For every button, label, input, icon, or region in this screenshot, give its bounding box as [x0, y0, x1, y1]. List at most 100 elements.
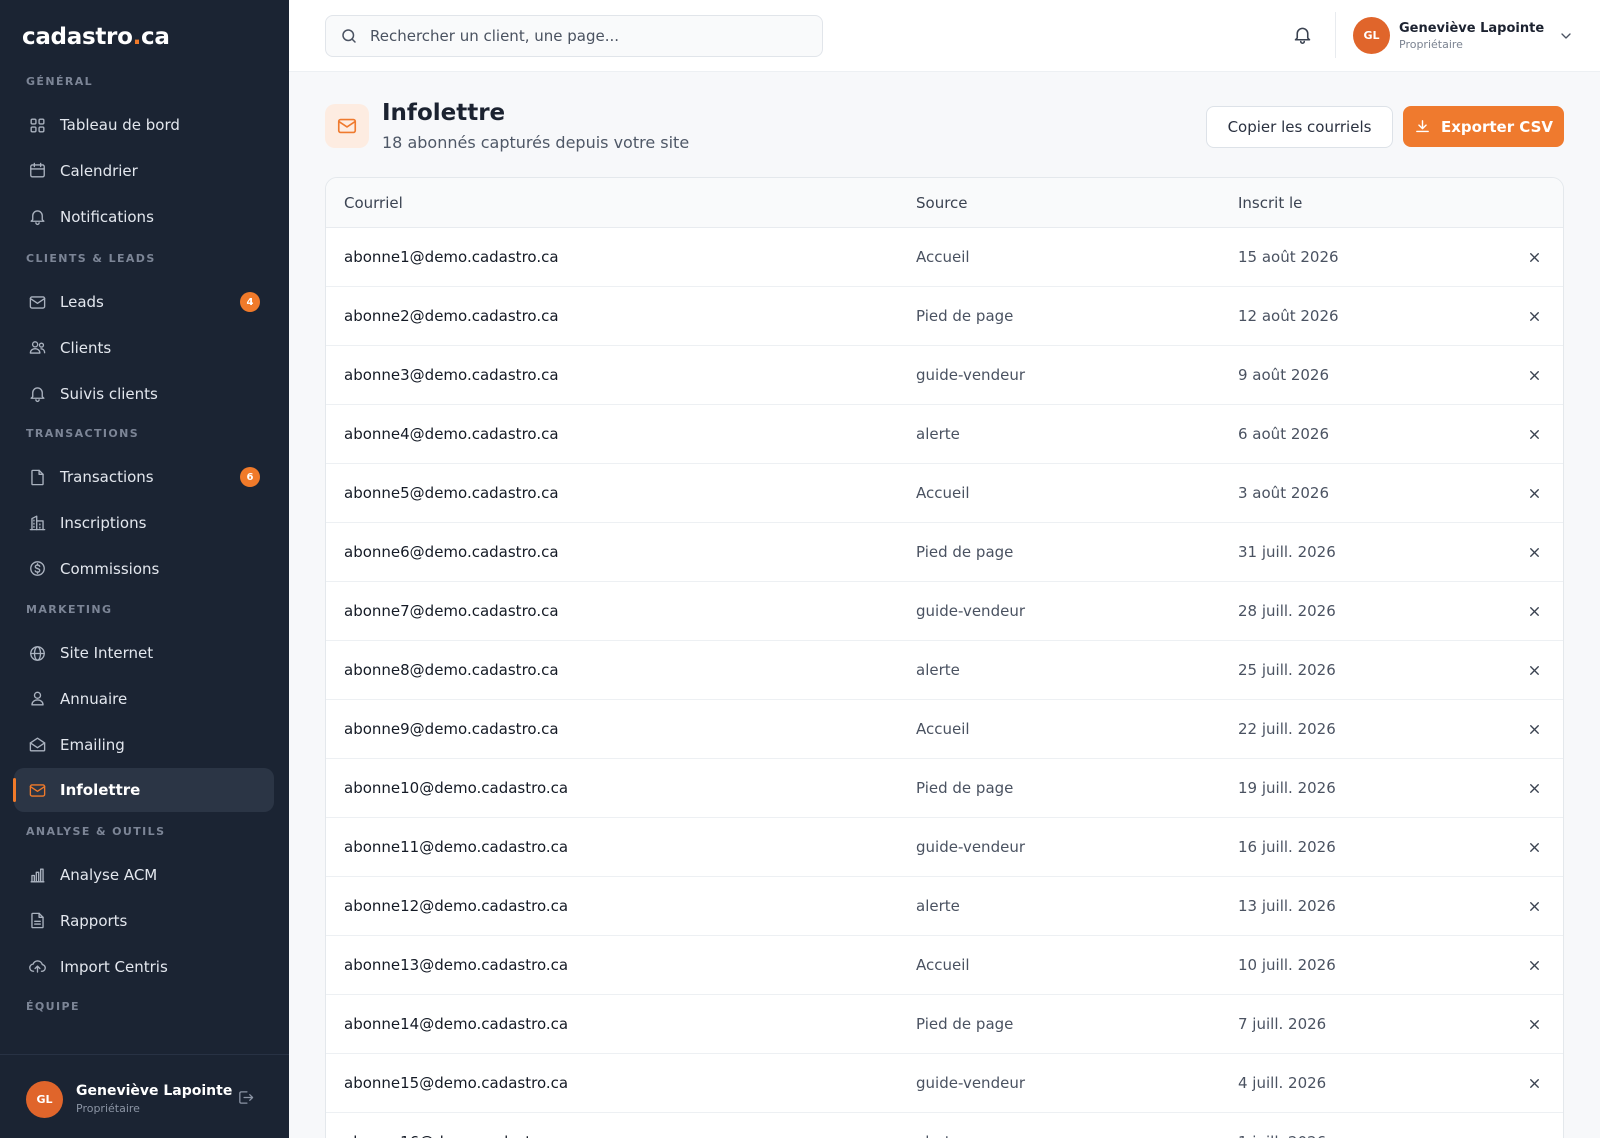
- subscriber-source: alerte: [916, 425, 960, 443]
- sidebar-item-transactions[interactable]: Transactions 6: [14, 455, 274, 499]
- sidebar-item-calendrier[interactable]: Calendrier: [14, 149, 274, 193]
- subscriber-email: abonne5@demo.cadastro.ca: [344, 484, 559, 502]
- sidebar-item-emailing[interactable]: Emailing: [14, 723, 274, 767]
- sidebar-item-label: Import Centris: [60, 957, 168, 976]
- sidebar-item-import-centris[interactable]: Import Centris: [14, 945, 274, 989]
- sidebar-item-label: Site Internet: [60, 644, 154, 662]
- table-row: abonne10@demo.cadastro.ca Pied de page 19 …: [326, 759, 1563, 818]
- close-icon[interactable]: [1525, 1074, 1543, 1092]
- sidebar-item-inscriptions[interactable]: Inscriptions: [14, 501, 274, 545]
- globe-icon: [27, 643, 47, 663]
- close-icon[interactable]: [1525, 543, 1543, 561]
- close-icon[interactable]: [1525, 307, 1543, 325]
- sidebar-item-label: Rapports: [60, 911, 128, 930]
- table-row: abonne13@demo.cadastro.ca Accueil 10 juill…: [326, 936, 1563, 995]
- sidebar-item-leads[interactable]: Leads 4: [14, 280, 274, 324]
- copy-emails-button[interactable]: Copier les courriels: [1206, 106, 1393, 148]
- sidebar-item-annuaire[interactable]: Annuaire: [14, 677, 274, 721]
- subscriber-date: 3 août 2026: [1238, 484, 1330, 502]
- sidebar-item-label: Leads: [60, 293, 104, 311]
- table-row: abonne7@demo.cadastro.ca guide-vendeur 28 …: [326, 582, 1563, 641]
- sidebar-item-suivis-clients[interactable]: Suivis clients: [14, 372, 274, 416]
- subscriber-email: abonne9@demo.cadastro.ca: [344, 720, 559, 738]
- close-icon[interactable]: [1525, 366, 1543, 384]
- sidebar-item-label: Tableau de bord: [60, 116, 180, 134]
- sidebar-user[interactable]: GL Geneviève Lapointe Propriétaire: [26, 1079, 266, 1119]
- page-subtitle: 18 abonnés capturés depuis votre site: [382, 133, 690, 152]
- download-icon: [1414, 118, 1431, 135]
- table-row: abonne14@demo.cadastro.ca Pied de page 7 j…: [326, 995, 1563, 1054]
- notifications-bell-icon[interactable]: [1292, 24, 1313, 49]
- close-icon[interactable]: [1525, 1133, 1543, 1138]
- search-box[interactable]: [325, 15, 823, 57]
- close-icon[interactable]: [1525, 661, 1543, 679]
- close-icon[interactable]: [1525, 897, 1543, 915]
- sidebar-item-commissions[interactable]: Commissions: [14, 547, 274, 591]
- subscriber-date: 16 juill. 2026: [1238, 838, 1336, 856]
- table-row: abonne4@demo.cadastro.ca alerte 6 août 202…: [326, 405, 1563, 464]
- subscriber-date: 6 août 2026: [1238, 425, 1330, 443]
- report-icon: [27, 911, 47, 931]
- brand-logo[interactable]: cadastro.ca: [22, 24, 170, 50]
- subscriber-source: alerte: [916, 897, 960, 915]
- close-icon[interactable]: [1525, 1015, 1543, 1033]
- subscriber-source: Accueil: [916, 484, 970, 502]
- subscriber-date: 25 juill. 2026: [1238, 661, 1336, 679]
- subscriber-email: abonne11@demo.cadastro.ca: [344, 838, 569, 856]
- cloud-upload-icon: [27, 957, 47, 977]
- close-icon[interactable]: [1525, 248, 1543, 266]
- subscriber-email: abonne4@demo.cadastro.ca: [344, 425, 559, 443]
- subscriber-date: 22 juill. 2026: [1238, 720, 1336, 738]
- sidebar-item-clients[interactable]: Clients: [14, 326, 274, 370]
- sidebar-item-label: Notifications: [60, 207, 154, 226]
- subscriber-source: alerte: [916, 661, 960, 679]
- close-icon[interactable]: [1525, 484, 1543, 502]
- chevron-down-icon[interactable]: [1558, 28, 1574, 44]
- search-input[interactable]: [370, 27, 790, 45]
- subscriber-email: abonne1@demo.cadastro.ca: [344, 248, 559, 266]
- close-icon[interactable]: [1525, 838, 1543, 856]
- close-icon[interactable]: [1525, 425, 1543, 443]
- subscriber-email: abonne13@demo.cadastro.ca: [344, 956, 569, 974]
- sidebar: cadastro.ca GÉNÉRAL Tableau de bord Calend…: [0, 0, 289, 1138]
- subscriber-source: Accueil: [916, 720, 970, 738]
- subscriber-email: abonne7@demo.cadastro.ca: [344, 602, 559, 620]
- sidebar-item-infolettre[interactable]: Infolettre: [13, 768, 274, 813]
- close-icon[interactable]: [1525, 779, 1543, 797]
- subscriber-date: 7 juill. 2026: [1238, 1015, 1327, 1033]
- close-icon[interactable]: [1525, 720, 1543, 738]
- envelope-open-icon: [27, 735, 47, 755]
- sidebar-item-analyse-acm[interactable]: Analyse ACM: [14, 853, 274, 897]
- subscriber-email: abonne10@demo.cadastro.ca: [344, 779, 569, 797]
- sidebar-item-site-internet[interactable]: Site Internet: [14, 631, 274, 675]
- subscriber-source: Pied de page: [916, 779, 1014, 797]
- column-header-date: Inscrit le: [1238, 194, 1303, 212]
- newsletter-mail-icon: [325, 104, 369, 148]
- subscriber-email: abonne14@demo.cadastro.ca: [344, 1015, 569, 1033]
- sidebar-item-rapports[interactable]: Rapports: [14, 899, 274, 943]
- subscriber-email: abonne16@demo.cadastro.ca: [344, 1133, 568, 1138]
- sidebar-item-tableau-de-bord[interactable]: Tableau de bord: [14, 103, 274, 147]
- bar-chart-icon: [27, 865, 47, 885]
- close-icon[interactable]: [1525, 602, 1543, 620]
- subscriber-email: abonne12@demo.cadastro.ca: [344, 897, 569, 915]
- subscriber-source: guide-vendeur: [916, 602, 1025, 620]
- subscriber-date: 9 août 2026: [1238, 366, 1330, 384]
- table-row: abonne5@demo.cadastro.ca Accueil 3 août 20…: [326, 464, 1563, 523]
- sidebar-item-label: Analyse ACM: [60, 866, 158, 884]
- table-row: abonne6@demo.cadastro.ca Pied de page 31 j…: [326, 523, 1563, 582]
- subscriber-source: Pied de page: [916, 1015, 1014, 1033]
- bell-icon: [27, 207, 47, 227]
- subscriber-source: Accueil: [916, 248, 970, 266]
- top-user-name: Geneviève Lapointe: [1399, 20, 1545, 36]
- table-row: abonne12@demo.cadastro.ca alerte 13 juill.…: [326, 877, 1563, 936]
- sidebar-item-notifications[interactable]: Notifications: [14, 195, 274, 239]
- close-icon[interactable]: [1525, 956, 1543, 974]
- export-csv-button[interactable]: Exporter CSV: [1403, 106, 1564, 147]
- sidebar-item-label: Infolettre: [60, 781, 141, 800]
- avatar: GL: [26, 1080, 63, 1118]
- table-header: Courriel Source Inscrit le: [326, 178, 1563, 228]
- bell-icon: [27, 384, 47, 404]
- logout-icon[interactable]: [237, 1089, 254, 1110]
- top-user-menu[interactable]: GL Geneviève Lapointe Propriétaire: [1353, 17, 1574, 54]
